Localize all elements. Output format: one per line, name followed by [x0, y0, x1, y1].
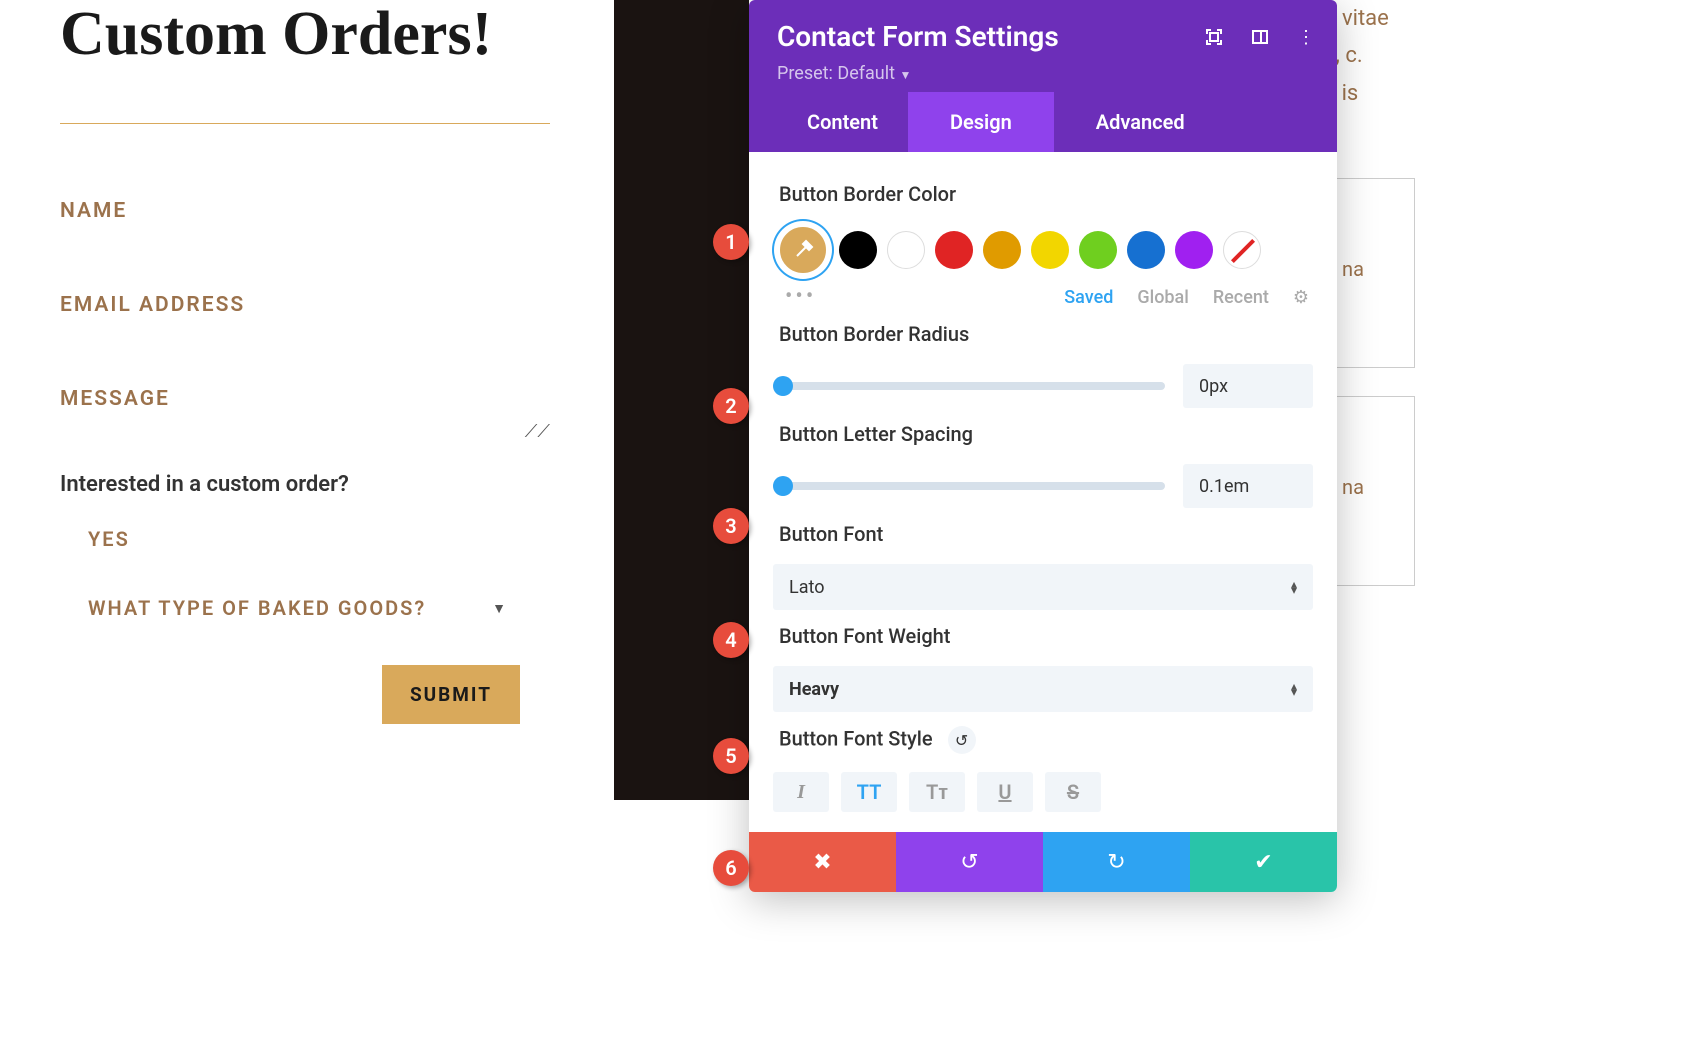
label-button-border-radius: Button Border Radius — [779, 322, 1313, 346]
value-letter-spacing[interactable]: 0.1em — [1183, 464, 1313, 508]
option-type-label: WHAT TYPE OF BAKED GOODS? — [88, 596, 426, 620]
marker-6: 6 — [713, 850, 749, 886]
divider — [60, 123, 550, 124]
undo-button[interactable]: ↺ — [896, 832, 1043, 892]
option-baked-goods-type[interactable]: WHAT TYPE OF BAKED GOODS? ▼ — [88, 596, 508, 620]
close-icon: ✖ — [813, 850, 831, 875]
swatch-blue[interactable] — [1127, 231, 1165, 269]
select-button-font[interactable]: Lato ▴▾ — [773, 564, 1313, 610]
cancel-button[interactable]: ✖ — [749, 832, 896, 892]
option-yes[interactable]: YES — [88, 527, 508, 551]
marker-2: 2 — [713, 388, 749, 424]
select-arrows-icon: ▴▾ — [1291, 683, 1297, 695]
message-field-label[interactable]: MESSAGE — [60, 387, 580, 411]
marker-1: 1 — [713, 224, 749, 260]
color-tab-recent[interactable]: Recent — [1213, 287, 1269, 308]
email-field-label[interactable]: EMAIL ADDRESS — [60, 293, 580, 317]
label-button-font-weight: Button Font Weight — [779, 624, 1313, 648]
more-menu-icon[interactable]: ⋮ — [1297, 28, 1315, 46]
modal-header: Contact Form Settings ⋮ Preset: Default … — [749, 0, 1337, 152]
select-font-value: Lato — [789, 577, 824, 598]
custom-order-question: Interested in a custom order? — [60, 472, 580, 497]
swatch-green[interactable] — [1079, 231, 1117, 269]
undo-icon: ↺ — [960, 850, 978, 875]
marker-4: 4 — [713, 622, 749, 658]
save-button[interactable]: ✔ — [1190, 832, 1337, 892]
color-tab-saved[interactable]: Saved — [1064, 287, 1113, 308]
swatch-none[interactable] — [1223, 231, 1261, 269]
panel-toggle-icon[interactable] — [1251, 28, 1269, 46]
textarea-resize-handle[interactable]: ⟋⟋ — [60, 421, 580, 442]
swatch-yellow[interactable] — [1031, 231, 1069, 269]
style-strike-button[interactable]: S — [1045, 772, 1101, 812]
chevron-down-icon: ▼ — [899, 68, 911, 82]
style-smallcaps-button[interactable]: Tᴛ — [909, 772, 965, 812]
label-button-border-color: Button Border Color — [779, 182, 1313, 206]
option-yes-label: YES — [88, 527, 130, 551]
page-title: Custom Orders! — [60, 0, 580, 68]
slider-letter-spacing[interactable] — [773, 482, 1165, 490]
tab-advanced[interactable]: Advanced — [1054, 92, 1215, 152]
gear-icon[interactable]: ⚙ — [1293, 287, 1309, 308]
style-uppercase-button[interactable]: TT — [841, 772, 897, 812]
color-swatch-row — [773, 224, 1313, 276]
preset-label: Preset: Default — [777, 63, 895, 84]
value-border-radius[interactable]: 0px — [1183, 364, 1313, 408]
tab-design[interactable]: Design — [908, 92, 1054, 152]
marker-3: 3 — [713, 508, 749, 544]
swatch-orange[interactable] — [983, 231, 1021, 269]
color-tab-global[interactable]: Global — [1137, 287, 1188, 308]
swatch-purple[interactable] — [1175, 231, 1213, 269]
contact-form-settings-modal: Contact Form Settings ⋮ Preset: Default … — [749, 0, 1337, 892]
submit-button[interactable]: SUBMIT — [382, 665, 520, 724]
name-field-label[interactable]: NAME — [60, 199, 580, 223]
select-arrows-icon: ▴▾ — [1291, 581, 1297, 593]
slider-thumb[interactable] — [773, 376, 793, 396]
label-button-font-style: Button Font Style ↺ — [779, 726, 1313, 754]
slider-border-radius[interactable] — [773, 382, 1165, 390]
label-button-font: Button Font — [779, 522, 1313, 546]
tab-content[interactable]: Content — [777, 92, 908, 152]
expand-icon[interactable] — [1205, 28, 1223, 46]
preset-selector[interactable]: Preset: Default ▼ — [777, 63, 1309, 92]
reset-icon[interactable]: ↺ — [948, 726, 976, 754]
swatch-red[interactable] — [935, 231, 973, 269]
redo-button[interactable]: ↻ — [1043, 832, 1190, 892]
font-style-text: Button Font Style — [779, 727, 933, 751]
select-button-font-weight[interactable]: Heavy ▴▾ — [773, 666, 1313, 712]
slider-thumb[interactable] — [773, 476, 793, 496]
redo-icon: ↻ — [1107, 850, 1125, 875]
swatch-selected-eyedropper[interactable] — [777, 224, 829, 276]
chevron-down-icon: ▼ — [492, 600, 508, 617]
style-underline-button[interactable]: U — [977, 772, 1033, 812]
select-weight-value: Heavy — [789, 679, 839, 700]
modal-footer: ✖ ↺ ↻ ✔ — [749, 832, 1337, 892]
label-button-letter-spacing: Button Letter Spacing — [779, 422, 1313, 446]
swatch-white[interactable] — [887, 231, 925, 269]
check-icon: ✔ — [1254, 850, 1272, 875]
style-italic-button[interactable]: I — [773, 772, 829, 812]
swatch-black[interactable] — [839, 231, 877, 269]
marker-5: 5 — [713, 738, 749, 774]
